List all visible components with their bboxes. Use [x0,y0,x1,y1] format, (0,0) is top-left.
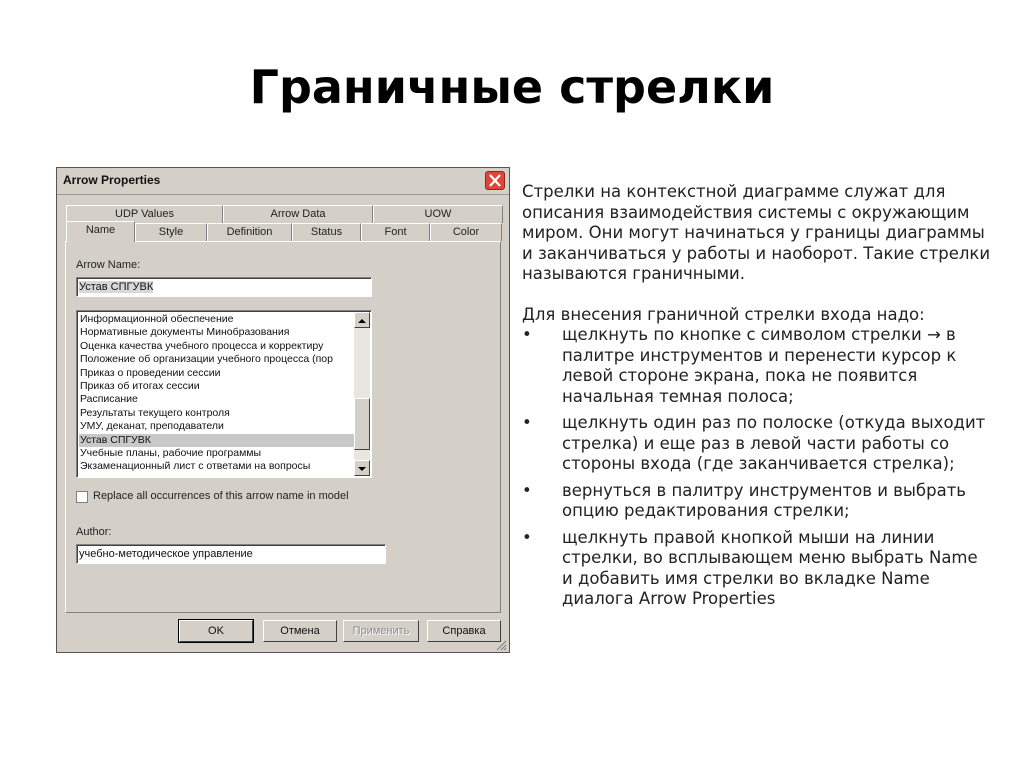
tab-row-front: Name Style Definition Status Font Color [66,221,502,242]
author-label: Author: [76,526,112,538]
tab-status[interactable]: Status [292,223,361,241]
intro-paragraph: Стрелки на контекстной диаграмме служат … [522,182,991,283]
list-item[interactable]: Устав СПГУВК [79,433,355,447]
arrow-name-list[interactable]: Информационной обеспечение Нормативные до… [76,310,372,478]
dialog-titlebar[interactable]: Arrow Properties [57,168,509,195]
list-item[interactable]: Информационной обеспечение [79,313,355,326]
arrow-name-value: Устав СПГУВК [79,281,154,293]
ok-button[interactable]: OK [178,619,254,643]
scroll-up-icon [358,319,366,323]
tab-font[interactable]: Font [361,223,430,241]
list-item[interactable]: Результаты текущего контроля [79,407,355,420]
tab-uow[interactable]: UOW [373,205,503,223]
scroll-down-icon [358,467,366,471]
bullet-icon: • [522,527,532,547]
list-item[interactable]: Экзаменационный лист с ответами на вопро… [79,460,355,473]
step-item: • щелкнуть правой кнопкой мыши на линии с… [522,528,992,610]
close-icon [489,174,501,187]
step-text: щелкнуть по кнопке с символом стрелки → … [562,325,957,406]
step-text: щелкнуть один раз по полоске (откуда вых… [562,413,986,473]
list-item[interactable]: Расписание [79,393,355,406]
step-item: • щелкнуть один раз по полоске (откуда вы… [522,413,992,475]
help-button[interactable]: Справка [427,620,501,642]
tab-color[interactable]: Color [430,223,502,241]
list-scrollbar[interactable] [354,312,370,476]
tab-arrow-data[interactable]: Arrow Data [223,205,373,223]
list-item[interactable]: Нормативные документы Минобразования [79,326,355,339]
list-item[interactable]: Положение об организации учебного процес… [79,353,355,366]
scroll-down-button[interactable] [354,460,370,476]
apply-button[interactable]: Применить [343,620,419,642]
step-item: • вернуться в палитру инструментов и выбр… [522,481,992,522]
list-item[interactable]: Оценка качества учебного процесса и корр… [79,340,355,353]
steps-list: • щелкнуть по кнопке с символом стрелки →… [522,325,992,610]
author-value: учебно-методическое управление [79,548,253,560]
tab-definition[interactable]: Definition [207,223,292,241]
replace-all-checkbox[interactable] [76,491,88,503]
close-button[interactable] [485,171,505,190]
scroll-up-button[interactable] [354,312,370,328]
list-item[interactable]: Учебные планы, рабочие программы [79,447,355,460]
author-field[interactable]: учебно-методическое управление [76,544,386,564]
bullet-icon: • [522,413,532,432]
step-text: щелкнуть правой кнопкой мыши на линии ст… [562,527,978,609]
tab-style[interactable]: Style [135,223,207,241]
resize-grip-icon[interactable] [496,640,507,651]
steps-title: Для внесения граничной стрелки входа над… [522,304,925,324]
scroll-thumb[interactable] [354,398,370,450]
step-text: вернуться в палитру инструментов и выбра… [562,480,967,521]
cancel-button[interactable]: Отмена [263,620,337,642]
list-item[interactable]: Приказ о проведении сессии [79,367,355,380]
tab-name[interactable]: Name [66,221,135,242]
arrow-name-field[interactable]: Устав СПГУВК [76,277,372,297]
arrow-name-list-items: Информационной обеспечение Нормативные до… [79,313,355,474]
slide-title: Граничные стрелки [249,60,775,114]
dialog-title: Arrow Properties [63,173,161,187]
bullet-icon: • [522,325,532,344]
arrow-name-label: Arrow Name: [76,259,141,271]
bullet-icon: • [522,480,532,500]
replace-all-label: Replace all occurrences of this arrow na… [93,490,349,502]
list-item[interactable]: Приказ об итогах сессии [79,380,355,393]
step-item: • щелкнуть по кнопке с символом стрелки →… [522,325,992,407]
list-item[interactable]: УМУ, деканат, преподаватели [79,420,355,433]
description-text: Стрелки на контекстной диаграмме служат … [522,182,992,616]
